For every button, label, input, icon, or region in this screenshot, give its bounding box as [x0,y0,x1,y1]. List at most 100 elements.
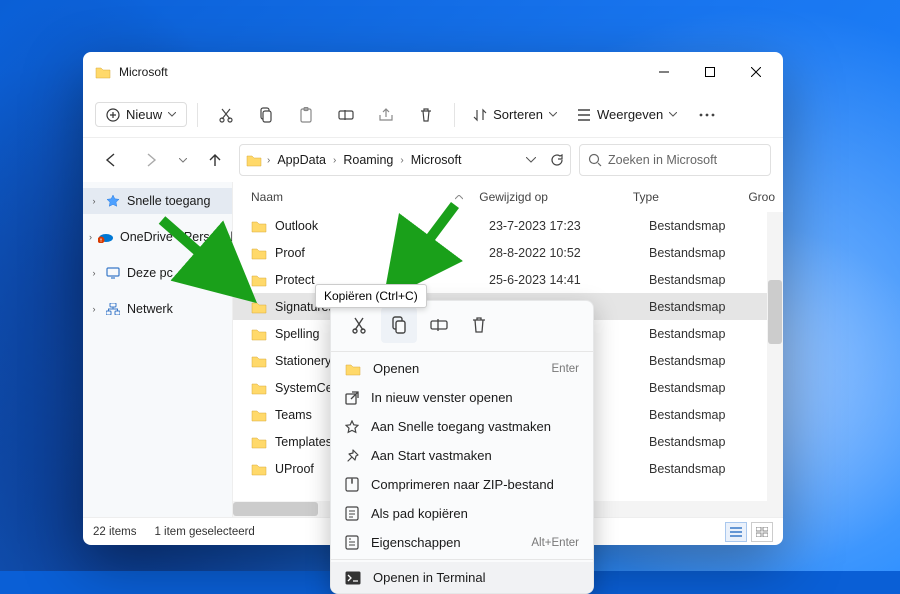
file-type: Bestandsmap [641,462,761,476]
toolbar: Nieuw Sorteren Weergeven [83,92,783,138]
file-modified: 25-6-2023 14:41 [481,273,641,287]
onedrive-error-icon [98,229,114,245]
breadcrumb-seg[interactable]: AppData [275,153,328,167]
ctx-item-label: Comprimeren naar ZIP-bestand [371,477,554,492]
recent-button[interactable] [175,144,191,176]
annotation-arrow [152,210,262,310]
forward-button[interactable] [135,144,167,176]
folder-icon [345,362,361,376]
file-type: Bestandsmap [641,219,761,233]
ctx-item-label: Aan Snelle toegang vastmaken [371,419,551,434]
file-name: Teams [275,408,312,422]
column-headers[interactable]: Naam Gewijzigd op Type Groo [233,182,783,212]
copy-button[interactable] [248,97,284,133]
icons-view-toggle[interactable] [751,522,773,542]
folder-icon [251,408,267,422]
status-item-count: 22 items [93,526,136,538]
ctx-item[interactable]: OpenenEnter [331,354,593,383]
file-name: Protect [275,273,315,287]
folder-icon [95,65,111,79]
network-icon [105,301,121,317]
up-button[interactable] [199,144,231,176]
folder-icon [251,435,267,449]
file-name: Spelling [275,327,319,341]
delete-button[interactable] [408,97,444,133]
titlebar[interactable]: Microsoft [83,52,783,92]
search-icon [588,153,602,167]
ctx-shortcut: Alt+Enter [531,537,579,549]
status-selected: 1 item geselecteerd [154,526,254,538]
context-menu: OpenenEnter In nieuw venster openen Aan Sn… [330,300,594,594]
file-type: Bestandsmap [641,408,761,422]
ctx-item-label: Aan Start vastmaken [371,448,492,463]
breadcrumb-seg[interactable]: Microsoft [409,153,464,167]
ctx-open-terminal[interactable]: Openen in Terminal [331,562,593,593]
file-name: Outlook [275,219,318,233]
file-name: Stationery [275,354,331,368]
rename-button[interactable] [328,97,364,133]
ctx-cut-button[interactable] [341,307,377,343]
file-modified: 23-7-2023 17:23 [481,219,641,233]
file-row[interactable]: Proof 28-8-2022 10:52Bestandsmap [233,239,783,266]
props-icon [345,535,359,550]
terminal-icon [345,571,361,585]
file-name: UProof [275,462,314,476]
vertical-scrollbar[interactable] [767,212,783,501]
paste-button[interactable] [288,97,324,133]
breadcrumb-seg[interactable]: Roaming [341,153,395,167]
minimize-button[interactable] [641,52,687,92]
more-button[interactable] [689,97,725,133]
new-button[interactable]: Nieuw [95,102,187,127]
ctx-item-label: In nieuw venster openen [371,390,513,405]
back-button[interactable] [95,144,127,176]
file-row[interactable]: Outlook 23-7-2023 17:23Bestandsmap [233,212,783,239]
sort-button[interactable]: Sorteren [465,103,565,126]
file-type: Bestandsmap [641,273,761,287]
file-name: Templates [275,435,332,449]
cut-button[interactable] [208,97,244,133]
chevron-right-icon: › [89,268,99,278]
folder-icon [251,354,267,368]
view-icon [577,109,591,121]
maximize-button[interactable] [687,52,733,92]
view-button[interactable]: Weergeven [569,103,685,126]
file-type: Bestandsmap [641,300,761,314]
star-icon [345,420,359,434]
ctx-item[interactable]: Eigenschappen Alt+Enter [331,528,593,557]
share-button[interactable] [368,97,404,133]
ctx-item-label: Eigenschappen [371,535,461,550]
file-type: Bestandsmap [641,246,761,260]
star-icon [105,193,121,209]
file-type: Bestandsmap [641,327,761,341]
details-view-toggle[interactable] [725,522,747,542]
search-input[interactable]: Zoeken in Microsoft [579,144,771,176]
file-name: Proof [275,246,305,260]
ctx-item-label: Openen [373,361,419,376]
navbar: › AppData › Roaming › Microsoft Zoeken i… [83,138,783,182]
ctx-item[interactable]: Aan Snelle toegang vastmaken [331,412,593,441]
file-modified: 28-8-2022 10:52 [481,246,641,260]
ctx-item[interactable]: Aan Start vastmaken [331,441,593,470]
ctx-item[interactable]: Als pad kopiëren [331,499,593,528]
ctx-copy-button[interactable] [381,307,417,343]
refresh-button[interactable] [550,153,564,167]
ctx-rename-button[interactable] [421,307,457,343]
pin-icon [345,449,359,463]
copy-path-icon [345,506,359,521]
close-button[interactable] [733,52,779,92]
ctx-item[interactable]: Comprimeren naar ZIP-bestand [331,470,593,499]
file-type: Bestandsmap [641,354,761,368]
history-chevron-icon[interactable] [526,157,536,163]
chevron-down-icon [669,112,677,117]
file-type: Bestandsmap [641,435,761,449]
folder-icon [251,462,267,476]
folder-icon [246,153,262,167]
window-title: Microsoft [119,65,641,79]
breadcrumb[interactable]: › AppData › Roaming › Microsoft [239,144,571,176]
plus-circle-icon [106,108,120,122]
ctx-delete-button[interactable] [461,307,497,343]
pc-icon [105,265,121,281]
ctx-item[interactable]: In nieuw venster openen [331,383,593,412]
zip-icon [345,477,359,492]
chevron-right-icon: › [89,196,99,206]
